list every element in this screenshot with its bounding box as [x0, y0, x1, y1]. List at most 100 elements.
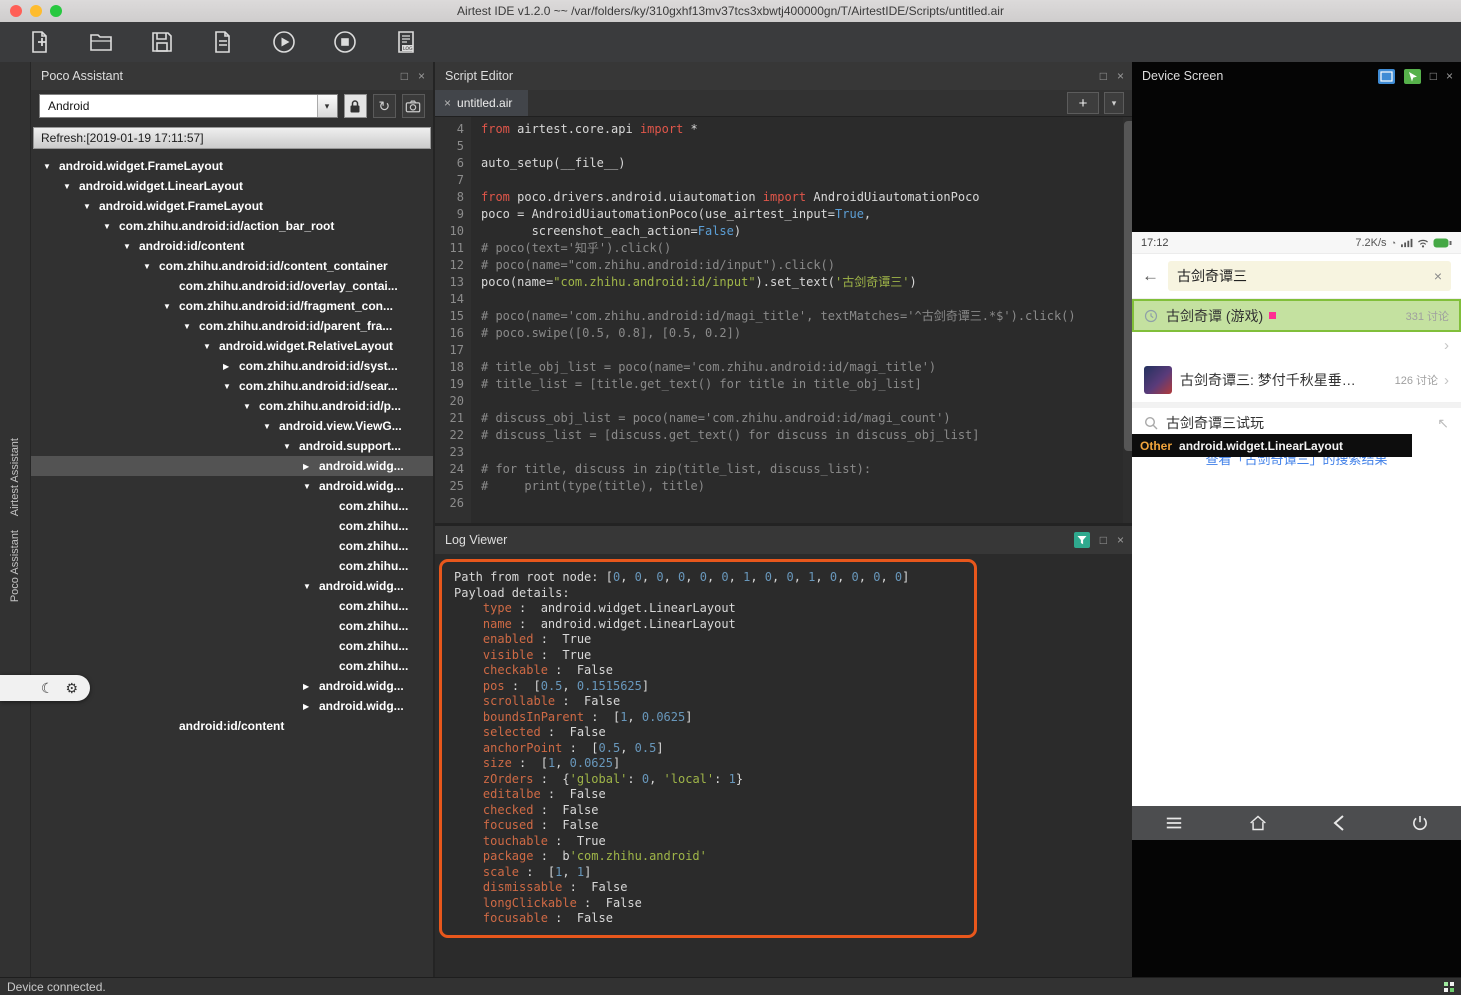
tree-node[interactable]: ▼ com.zhihu.android:id/fragment_con... — [31, 296, 433, 316]
tree-expand-icon[interactable]: ▼ — [43, 162, 59, 171]
touch-pointer-icon[interactable] — [1403, 68, 1421, 84]
tree-expand-icon[interactable]: ▼ — [223, 382, 239, 391]
float-panel-icon[interactable]: □ — [1430, 69, 1437, 83]
tree-node[interactable]: ▼ android.widg... — [31, 576, 433, 596]
tree-expand-icon[interactable]: ▼ — [83, 202, 99, 211]
phone-search-bar: ← 古剑奇谭三 × — [1132, 254, 1461, 299]
close-panel-icon[interactable]: × — [1446, 69, 1453, 83]
back-nav-icon[interactable] — [1331, 814, 1347, 832]
back-arrow-icon[interactable]: ← — [1142, 266, 1159, 286]
tree-node[interactable]: ▼ android.widget.RelativeLayout — [31, 336, 433, 356]
tree-node[interactable]: ▼ android.widget.FrameLayout — [31, 196, 433, 216]
device-screen-panel: Device Screen □ × 17:12 7.2K/s ◔ ← 古剑奇谭三… — [1132, 62, 1461, 978]
device-screen-mirror[interactable]: 17:12 7.2K/s ◔ ← 古剑奇谭三 × 古剑奇谭 (游戏) 331 讨… — [1132, 232, 1461, 840]
new-tab-button[interactable]: + — [1067, 92, 1099, 114]
tree-node[interactable]: com.zhihu.android:id/overlay_contai... — [31, 276, 433, 296]
tree-expand-icon[interactable]: ▶ — [303, 702, 319, 711]
tab-airtest-assistant[interactable]: Airtest Assistant — [9, 438, 21, 516]
refresh-timestamp-button[interactable]: Refresh:[2019-01-19 17:11:57] — [33, 127, 431, 149]
code-line: poco(name="com.zhihu.android:id/input").… — [481, 275, 917, 289]
tree-node[interactable]: ▼ com.zhihu.android:id/p... — [31, 396, 433, 416]
tree-node[interactable]: com.zhihu... — [31, 596, 433, 616]
close-panel-icon[interactable]: × — [1117, 533, 1124, 547]
settings-gear-icon[interactable]: ⚙ — [65, 680, 78, 697]
tree-node[interactable]: ▼ com.zhihu.android:id/parent_fra... — [31, 316, 433, 336]
tree-node-selected[interactable]: ▶ android.widg... — [31, 456, 433, 476]
search-result-item[interactable]: 古剑奇谭三: 梦付千秋星垂野 (游... 126 讨论 › — [1132, 358, 1461, 403]
clear-search-icon[interactable]: × — [1434, 268, 1442, 284]
insert-suggestion-icon[interactable]: ↖ — [1437, 415, 1449, 432]
tree-expand-icon[interactable]: ▶ — [223, 362, 239, 371]
tab-list-dropdown[interactable]: ▾ — [1104, 92, 1124, 114]
search-result-item-covered[interactable]: › — [1132, 332, 1461, 358]
tree-node[interactable]: ▼ com.zhihu.android:id/action_bar_root — [31, 216, 433, 236]
tree-node[interactable]: com.zhihu... — [31, 636, 433, 656]
tree-expand-icon[interactable]: ▼ — [103, 222, 119, 231]
display-sync-icon[interactable] — [1377, 68, 1395, 84]
home-icon[interactable] — [1248, 814, 1268, 832]
tree-node[interactable]: ▶ android.widg... — [31, 696, 433, 716]
search-result-item-highlighted[interactable]: 古剑奇谭 (游戏) 331 讨论 — [1132, 299, 1461, 332]
tree-expand-icon[interactable]: ▼ — [143, 262, 159, 271]
save-script-button[interactable] — [148, 28, 176, 56]
tab-untitled-air[interactable]: × untitled.air — [435, 90, 529, 116]
tree-node[interactable]: ▼ android.widg... — [31, 476, 433, 496]
close-tab-icon[interactable]: × — [444, 96, 451, 110]
editor-scrollbar[interactable] — [1123, 117, 1132, 523]
tree-expand-icon[interactable]: ▼ — [283, 442, 299, 451]
tree-node[interactable]: android:id/content — [31, 716, 433, 736]
save-script-as-button[interactable] — [209, 28, 237, 56]
toggle-log-button[interactable]: LOG — [392, 28, 420, 56]
float-panel-icon[interactable]: □ — [1100, 533, 1107, 547]
stop-script-button[interactable] — [331, 28, 359, 56]
close-panel-icon[interactable]: × — [1117, 69, 1124, 83]
new-script-button[interactable] — [26, 28, 54, 56]
tree-node[interactable]: ▼ com.zhihu.android:id/content_container — [31, 256, 433, 276]
refresh-tree-button[interactable]: ↻ — [372, 94, 396, 118]
lock-button[interactable] — [343, 94, 367, 118]
tree-node[interactable]: ▼ android.widget.FrameLayout — [31, 156, 433, 176]
tree-node[interactable]: com.zhihu... — [31, 516, 433, 536]
screenshot-button[interactable] — [401, 94, 425, 118]
tree-node[interactable]: com.zhihu... — [31, 496, 433, 516]
log-filter-button[interactable] — [1073, 532, 1090, 548]
log-payload-line: anchorPoint : [0.5, 0.5] — [482, 740, 664, 755]
tree-node-label: com.zhihu... — [339, 659, 409, 673]
tree-node[interactable]: com.zhihu... — [31, 616, 433, 636]
tree-node[interactable]: ▶ android.widg... — [31, 676, 433, 696]
tree-node[interactable]: ▼ com.zhihu.android:id/sear... — [31, 376, 433, 396]
tab-poco-assistant[interactable]: Poco Assistant — [9, 530, 21, 602]
power-icon[interactable] — [1411, 814, 1429, 832]
close-panel-icon[interactable]: × — [418, 69, 425, 83]
tree-node[interactable]: ▶ com.zhihu.android:id/syst... — [31, 356, 433, 376]
search-input[interactable]: 古剑奇谭三 × — [1168, 261, 1451, 291]
code-editor[interactable]: from airtest.core.api import * auto_setu… — [471, 117, 1132, 523]
tree-node[interactable]: com.zhihu... — [31, 536, 433, 556]
tree-expand-icon[interactable]: ▼ — [303, 482, 319, 491]
tree-expand-icon[interactable]: ▼ — [63, 182, 79, 191]
tree-expand-icon[interactable]: ▼ — [203, 342, 219, 351]
theme-moon-icon[interactable]: ☾ — [41, 680, 54, 697]
device-type-select[interactable]: Android ▾ — [39, 94, 338, 118]
device-panel-header: Device Screen □ × — [1132, 62, 1461, 90]
run-script-button[interactable] — [270, 28, 298, 56]
tree-expand-icon[interactable]: ▼ — [123, 242, 139, 251]
tree-expand-icon[interactable]: ▼ — [303, 582, 319, 591]
tree-node[interactable]: com.zhihu... — [31, 556, 433, 576]
tree-expand-icon[interactable]: ▶ — [303, 462, 319, 471]
tree-expand-icon[interactable]: ▼ — [183, 322, 199, 331]
chevron-down-icon[interactable]: ▾ — [316, 95, 337, 117]
tree-node[interactable]: ▼ android.view.ViewG... — [31, 416, 433, 436]
float-panel-icon[interactable]: □ — [1100, 69, 1107, 83]
tree-expand-icon[interactable]: ▼ — [263, 422, 279, 431]
menu-icon[interactable] — [1164, 814, 1184, 832]
open-script-button[interactable] — [87, 28, 115, 56]
tree-expand-icon[interactable]: ▶ — [303, 682, 319, 691]
tree-node[interactable]: ▼ android.widget.LinearLayout — [31, 176, 433, 196]
tree-node[interactable]: ▼ android.support... — [31, 436, 433, 456]
tree-expand-icon[interactable]: ▼ — [243, 402, 259, 411]
tree-node[interactable]: ▼ android:id/content — [31, 236, 433, 256]
tree-expand-icon[interactable]: ▼ — [163, 302, 179, 311]
float-panel-icon[interactable]: □ — [401, 69, 408, 83]
tree-node[interactable]: com.zhihu... — [31, 656, 433, 676]
